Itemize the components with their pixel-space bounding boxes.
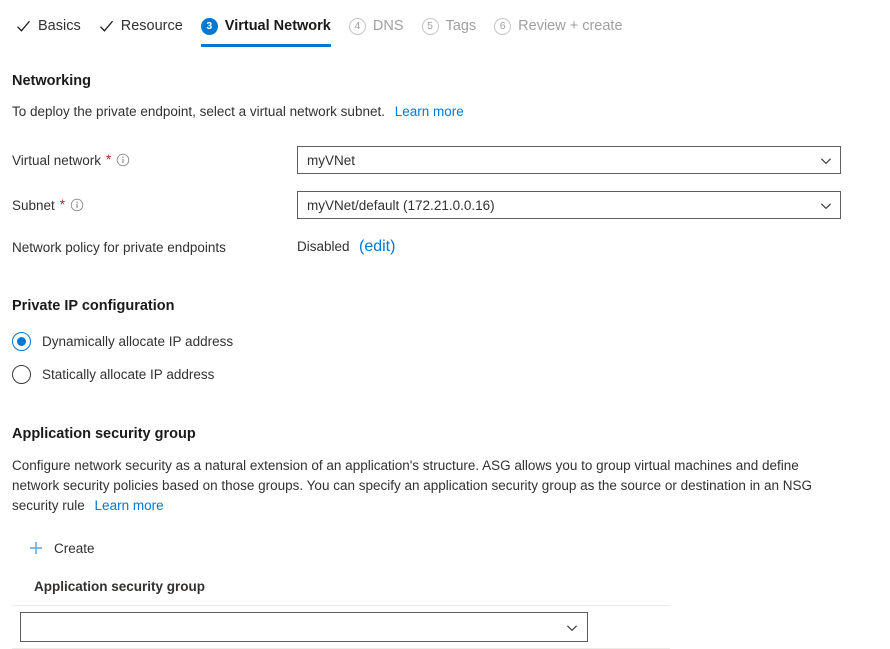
asg-select-dropdown[interactable] xyxy=(20,612,588,642)
check-icon xyxy=(99,19,114,34)
asg-column-header: Application security group xyxy=(34,579,878,594)
chevron-down-icon xyxy=(820,154,832,166)
asg-header-divider xyxy=(12,605,670,606)
subnet-label-group: Subnet * xyxy=(12,198,297,213)
create-asg-button[interactable]: Create xyxy=(24,538,99,558)
tab-tags[interactable]: 5 Tags xyxy=(418,11,491,41)
radio-label: Statically allocate IP address xyxy=(42,367,214,382)
subnet-label: Subnet xyxy=(12,198,55,213)
active-tab-underline xyxy=(201,44,331,47)
chevron-down-icon xyxy=(566,621,578,633)
network-policy-row: Network policy for private endpoints Dis… xyxy=(12,233,878,261)
virtual-network-label: Virtual network xyxy=(12,153,101,168)
network-policy-edit-link[interactable]: (edit) xyxy=(359,238,395,255)
info-icon[interactable] xyxy=(116,153,130,167)
step-number-badge: 4 xyxy=(349,18,366,35)
network-policy-label: Network policy for private endpoints xyxy=(12,240,297,255)
virtual-network-row: Virtual network * myVNet xyxy=(12,146,878,174)
info-icon[interactable] xyxy=(70,198,84,212)
tab-virtual-network[interactable]: 3 Virtual Network xyxy=(197,11,345,41)
required-asterisk: * xyxy=(106,153,111,167)
radio-button-unselected[interactable] xyxy=(12,365,31,384)
chevron-down-icon xyxy=(820,199,832,211)
step-number-badge: 5 xyxy=(422,18,439,35)
networking-description: To deploy the private endpoint, select a… xyxy=(12,102,878,122)
tab-label: Basics xyxy=(38,19,81,34)
tab-label: Review + create xyxy=(518,19,622,34)
tab-label: Tags xyxy=(446,19,477,34)
radio-dynamically-allocate[interactable]: Dynamically allocate IP address xyxy=(12,328,878,354)
tab-label: DNS xyxy=(373,19,404,34)
tab-dns[interactable]: 4 DNS xyxy=(345,11,418,41)
networking-description-text: To deploy the private endpoint, select a… xyxy=(12,104,385,119)
tab-review-create[interactable]: 6 Review + create xyxy=(490,11,636,41)
check-icon xyxy=(16,19,31,34)
private-ip-heading: Private IP configuration xyxy=(12,298,175,314)
virtual-network-dropdown[interactable]: myVNet xyxy=(297,146,841,174)
radio-button-selected[interactable] xyxy=(12,332,31,351)
wizard-tab-strip: Basics Resource 3 Virtual Network 4 DNS … xyxy=(0,0,890,45)
required-asterisk: * xyxy=(60,198,65,212)
network-policy-value: Disabled xyxy=(297,239,350,254)
virtual-network-label-group: Virtual network * xyxy=(12,153,297,168)
networking-learn-more-link[interactable]: Learn more xyxy=(395,104,464,119)
asg-learn-more-link[interactable]: Learn more xyxy=(95,498,164,513)
step-number-badge: 6 xyxy=(494,18,511,35)
create-asg-label: Create xyxy=(54,541,95,556)
tab-label: Virtual Network xyxy=(225,19,331,34)
subnet-dropdown[interactable]: myVNet/default (172.21.0.0.16) xyxy=(297,191,841,219)
networking-heading: Networking xyxy=(12,73,91,89)
tab-resource[interactable]: Resource xyxy=(95,11,197,41)
virtual-network-form: Networking To deploy the private endpoin… xyxy=(0,72,890,649)
asg-description: Configure network security as a natural … xyxy=(12,456,842,516)
step-number-badge: 3 xyxy=(201,18,218,35)
virtual-network-value: myVNet xyxy=(307,153,820,168)
subnet-value: myVNet/default (172.21.0.0.16) xyxy=(307,198,820,213)
tab-label: Resource xyxy=(121,19,183,34)
radio-statically-allocate[interactable]: Statically allocate IP address xyxy=(12,361,878,387)
plus-icon xyxy=(28,540,44,556)
network-policy-value-group: Disabled (edit) xyxy=(297,238,395,256)
radio-label: Dynamically allocate IP address xyxy=(42,334,233,349)
asg-heading: Application security group xyxy=(12,426,196,442)
tab-basics[interactable]: Basics xyxy=(12,11,95,41)
subnet-row: Subnet * myVNet/default (172.21.0.0.16) xyxy=(12,191,878,219)
asg-picker: Application security group xyxy=(34,579,878,649)
